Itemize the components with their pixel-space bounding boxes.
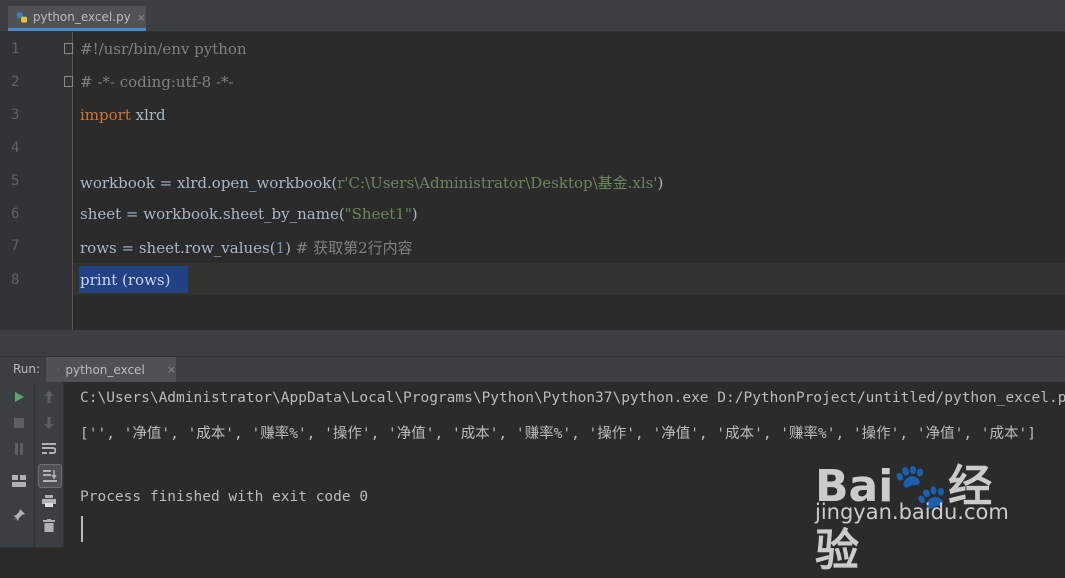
down-arrow-icon[interactable] (40, 414, 58, 432)
code-text: rows = sheet.row_values( (80, 239, 276, 257)
code-line-6: sheet = workbook.sheet_by_name("Sheet1") (80, 205, 418, 223)
fold-marker-icon[interactable] (64, 43, 73, 54)
line-number: 6 (11, 206, 20, 222)
code-line-2: # -*- coding:utf-8 -*- (80, 73, 234, 91)
line-number: 5 (11, 173, 20, 189)
line-number: 1 (11, 41, 20, 57)
editor-tab-python-excel[interactable]: python_excel.py × (8, 6, 146, 31)
run-toolbar-secondary (35, 382, 64, 547)
stop-icon[interactable] (10, 414, 28, 432)
console-line-command: C:\Users\Administrator\AppData\Local\Pro… (80, 390, 1065, 406)
string-literal: r'C:\Users\Administrator\Desktop\基金.xls' (337, 174, 658, 192)
python-file-icon (16, 11, 28, 23)
pause-icon[interactable] (10, 440, 28, 458)
soft-wrap-icon[interactable] (40, 440, 58, 458)
editor-tab-label: python_excel.py (32, 10, 131, 24)
code-line-7: rows = sheet.row_values(1) # 获取第2行内容 (80, 237, 413, 258)
line-number-gutter: 1 2 3 4 5 6 7 8 (0, 32, 73, 330)
baidu-watermark: Bai🐾经验 jingyan.baidu.com (815, 450, 1035, 576)
run-label: Run: (13, 362, 41, 376)
code-comment: # 获取第2行内容 (295, 239, 413, 257)
code-text: workbook = xlrd.open_workbook( (80, 174, 338, 192)
layout-icon[interactable] (10, 472, 28, 490)
editor-tab-bar: python_excel.py × (0, 0, 1065, 32)
console-line-output: ['', '净值', '成本', '赚率%', '操作', '净值', '成本'… (80, 426, 1036, 442)
run-tab-label: python_excel (65, 362, 145, 377)
keyword: import (80, 106, 131, 124)
code-text: ) (657, 174, 664, 192)
trash-icon[interactable] (40, 516, 58, 534)
text-cursor (81, 516, 83, 542)
up-arrow-icon[interactable] (40, 388, 58, 406)
code-text: ) (285, 239, 296, 257)
close-icon[interactable]: × (167, 363, 176, 376)
print-icon[interactable] (40, 492, 58, 510)
scroll-to-end-icon[interactable] (38, 464, 62, 488)
line-number: 8 (11, 272, 20, 288)
run-panel-header: Run: python_excel × (0, 356, 1065, 383)
line-number: 3 (11, 107, 20, 123)
panel-divider[interactable] (0, 330, 1065, 356)
line-number: 7 (11, 238, 20, 254)
code-editor[interactable]: 1 2 3 4 5 6 7 8 #!/usr/bin/env python # … (0, 32, 1065, 330)
watermark-url: jingyan.baidu.com (815, 500, 1009, 524)
fold-marker-icon[interactable] (64, 76, 73, 87)
code-text: sheet = workbook.sheet_by_name( (80, 205, 345, 223)
close-icon[interactable]: × (137, 11, 146, 24)
python-file-icon (58, 368, 60, 371)
line-number: 4 (11, 140, 20, 156)
code-line-1: #!/usr/bin/env python (80, 40, 247, 58)
console-line-exit: Process finished with exit code 0 (80, 489, 369, 505)
code-text: xlrd (130, 106, 166, 124)
pin-icon[interactable] (10, 506, 28, 524)
code-text: ) (411, 205, 418, 223)
code-line-5: workbook = xlrd.open_workbook(r'C:\Users… (80, 172, 663, 193)
run-tab-python-excel[interactable]: python_excel × (46, 357, 176, 382)
run-icon[interactable] (10, 388, 28, 406)
line-number: 2 (11, 74, 20, 90)
run-toolbar-primary (0, 382, 35, 547)
current-line-highlight (73, 263, 1065, 295)
number-literal: 1 (275, 239, 286, 257)
string-literal: "Sheet1" (344, 205, 412, 223)
code-line-8: print (rows) (80, 271, 171, 289)
code-line-3: import xlrd (80, 106, 166, 124)
